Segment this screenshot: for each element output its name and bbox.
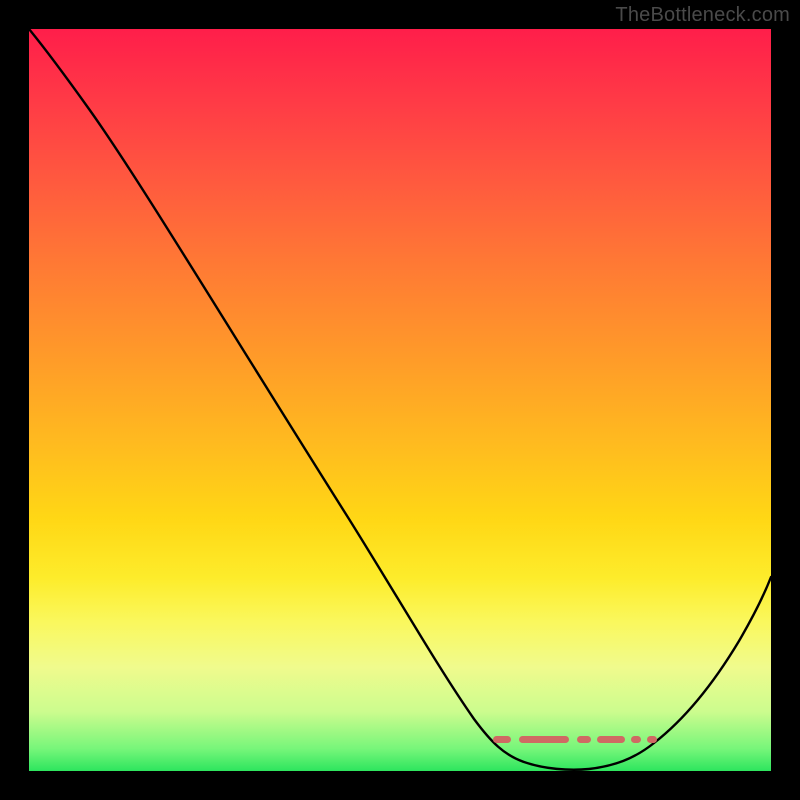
bottleneck-curve bbox=[29, 29, 771, 771]
curve-path bbox=[29, 29, 771, 770]
plot-area bbox=[29, 29, 771, 771]
watermark-text: TheBottleneck.com bbox=[615, 4, 790, 27]
chart-stage: TheBottleneck.com bbox=[0, 0, 800, 800]
